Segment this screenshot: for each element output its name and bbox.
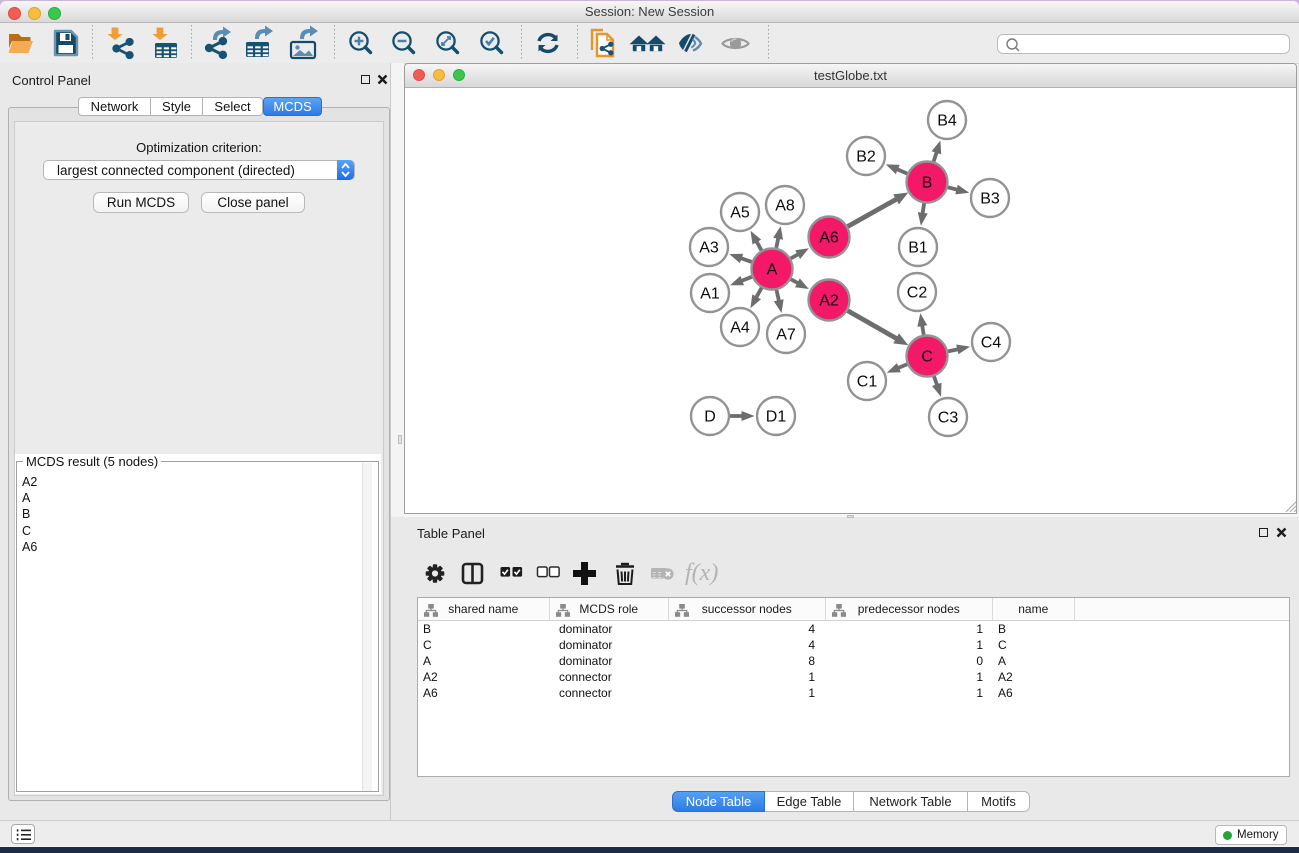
svg-text:A8: A8 (775, 198, 795, 215)
svg-text:C4: C4 (981, 335, 1002, 352)
svg-text:D1: D1 (766, 409, 787, 426)
svg-text:B4: B4 (937, 113, 957, 130)
svg-text:D: D (704, 409, 716, 426)
svg-text:C3: C3 (938, 410, 959, 427)
svg-text:B2: B2 (856, 149, 876, 166)
svg-text:A1: A1 (700, 286, 720, 303)
svg-text:B3: B3 (980, 191, 1000, 208)
svg-text:A: A (767, 262, 778, 279)
svg-text:A6: A6 (819, 230, 839, 247)
svg-text:B: B (922, 175, 933, 192)
svg-text:A3: A3 (699, 240, 719, 257)
svg-text:A4: A4 (730, 320, 750, 337)
svg-text:A2: A2 (819, 293, 839, 310)
svg-text:C: C (921, 349, 933, 366)
svg-text:C1: C1 (857, 374, 878, 391)
svg-text:C2: C2 (907, 285, 928, 302)
svg-text:A7: A7 (776, 327, 796, 344)
svg-text:B1: B1 (908, 240, 928, 257)
svg-text:A5: A5 (730, 205, 750, 222)
